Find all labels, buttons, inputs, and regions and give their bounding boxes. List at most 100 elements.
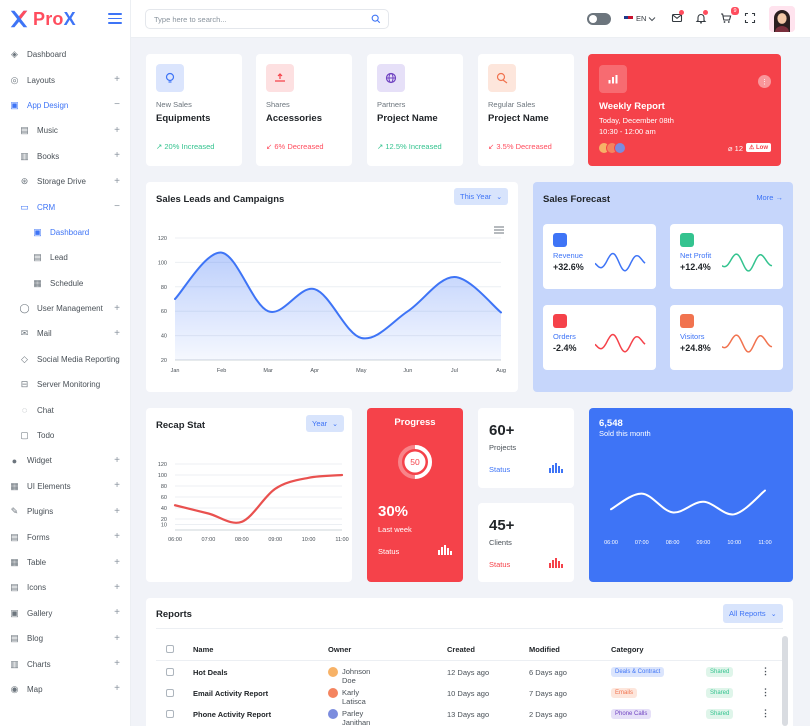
expand-icon[interactable]: + (114, 176, 120, 187)
sidebar-item-icons[interactable]: ▤ Icons + (0, 575, 130, 600)
sidebar-item-dashboard[interactable]: ▣ Dashboard (0, 220, 130, 245)
arrow-right-icon: → (775, 193, 784, 202)
select-all-checkbox[interactable] (166, 645, 174, 653)
collapse-icon[interactable]: − (114, 202, 120, 212)
row-actions-icon[interactable]: ⋮ (761, 687, 770, 698)
sparkline (722, 334, 773, 353)
expand-icon[interactable]: + (114, 633, 120, 644)
expand-icon[interactable]: + (114, 582, 120, 593)
sidebar-item-server-monitoring[interactable]: ⊟ Server Monitoring (0, 372, 130, 397)
expand-icon[interactable]: + (114, 481, 120, 491)
table-scrollbar[interactable] (782, 636, 788, 726)
theme-toggle[interactable] (587, 13, 611, 25)
report-owner: Karly Latisca (328, 688, 366, 706)
weekly-report-card[interactable]: Weekly Report Today, December 08th 10:30… (588, 54, 781, 166)
row-actions-icon[interactable]: ⋮ (761, 666, 770, 677)
report-owner: Johnson Doe (328, 667, 370, 685)
expand-icon[interactable]: + (114, 532, 120, 542)
category-badge: Emails (611, 688, 638, 698)
search-input[interactable] (146, 10, 356, 28)
expand-icon[interactable]: + (114, 125, 120, 136)
sidebar-item-layouts[interactable]: ◎ Layouts + (0, 67, 130, 92)
all-reports-dropdown[interactable]: All Reports ⌄ (723, 604, 783, 623)
expand-icon[interactable]: + (114, 684, 120, 694)
more-options-icon[interactable]: ⋮ (758, 75, 771, 88)
sidebar-item-lead[interactable]: ▤ Lead (0, 245, 130, 270)
sidebar-item-gallery[interactable]: ▣ Gallery + (0, 601, 130, 626)
clients-card: 45+ Clients Status (478, 503, 574, 582)
row-checkbox[interactable] (166, 689, 174, 697)
more-link[interactable]: More → (756, 193, 783, 202)
sidebar-item-schedule[interactable]: ▦ Schedule (0, 271, 130, 296)
money-icon (488, 64, 516, 92)
sidebar-item-user-management[interactable]: ◯ User Management + (0, 296, 130, 321)
expand-icon[interactable]: + (114, 455, 120, 466)
bars-icon (549, 463, 563, 473)
forecast-card[interactable]: Net Profit +12.4% (670, 224, 783, 289)
sidebar: ProX ◈ Dashboard ◎ Layouts + ▣ App Design − ▤ Mus… (0, 0, 131, 726)
row-checkbox[interactable] (166, 668, 174, 676)
expand-icon[interactable]: + (114, 557, 120, 568)
sidebar-item-chat[interactable]: ◌ Chat (0, 397, 130, 422)
sidebar-item-label: Mail (37, 329, 52, 339)
language-select[interactable]: EN (624, 14, 656, 23)
stat-card[interactable]: Regular Sales Project Name ↙ 3.5% Decrea… (478, 54, 574, 166)
category-badge: Deals & Contract (611, 667, 665, 677)
expand-icon[interactable]: + (114, 151, 120, 161)
search-icon[interactable] (371, 14, 381, 24)
clients-value: 45+ (489, 517, 515, 534)
sidebar-item-dashboard[interactable]: ◈ Dashboard (0, 42, 130, 67)
expand-icon[interactable]: + (114, 303, 120, 314)
sidebar-item-label: Dashboard (27, 50, 67, 60)
forecast-card[interactable]: Revenue +32.6% (543, 224, 656, 289)
sidebar-item-todo[interactable]: ▢ Todo (0, 423, 130, 448)
collapse-icon[interactable]: − (114, 100, 120, 110)
sidebar-item-app-design[interactable]: ▣ App Design − (0, 93, 130, 118)
progress-card: Progress 50 30% Last week Status (367, 408, 463, 582)
sidebar-item-label: Blog (27, 634, 44, 644)
fullscreen-icon[interactable] (744, 12, 756, 24)
stat-card[interactable]: Partners Project Name ↗ 12.5% Increased (367, 54, 463, 166)
notification-badge (703, 10, 708, 15)
x-tick-label: Jan (171, 368, 180, 374)
sidebar-item-mail[interactable]: ✉ Mail + (0, 321, 130, 346)
sidebar-item-plugins[interactable]: ✎ Plugins + (0, 499, 130, 524)
menu-toggle-icon[interactable] (108, 13, 122, 24)
user-avatar[interactable] (769, 6, 795, 32)
forecast-card[interactable]: Orders -2.4% (543, 305, 656, 370)
cart-icon[interactable] (720, 12, 732, 24)
sidebar-item-storage-drive[interactable]: ⊛ Storage Drive + (0, 169, 130, 194)
stat-card[interactable]: Shares Accessories ↙ 6% Decreased (256, 54, 352, 166)
expand-icon[interactable]: + (114, 659, 120, 669)
sidebar-item-table[interactable]: ▦ Table + (0, 550, 130, 575)
search-box (145, 9, 389, 29)
logo[interactable]: ProX (0, 0, 130, 38)
sidebar-item-map[interactable]: ◉ Map + (0, 677, 130, 702)
table-row[interactable]: Email Activity Report Karly Latisca 10 D… (146, 686, 793, 707)
expand-icon[interactable]: + (114, 608, 120, 618)
stat-label: Shares (266, 100, 290, 109)
sidebar-item-books[interactable]: ▥ Books + (0, 144, 130, 169)
report-created: 12 Days ago (447, 668, 490, 677)
forecast-card[interactable]: Visitors +24.8% (670, 305, 783, 370)
sidebar-item-forms[interactable]: ▤ Forms + (0, 524, 130, 549)
expand-icon[interactable]: + (114, 506, 120, 517)
row-actions-icon[interactable]: ⋮ (761, 708, 770, 719)
stat-title: Accessories (266, 113, 322, 124)
sidebar-item-widget[interactable]: ● Widget + (0, 448, 130, 473)
sidebar-item-music[interactable]: ▤ Music + (0, 118, 130, 143)
expand-icon[interactable]: + (114, 328, 120, 339)
row-checkbox[interactable] (166, 710, 174, 718)
sidebar-item-blog[interactable]: ▤ Blog + (0, 626, 130, 651)
sidebar-item-ui-elements[interactable]: ▦ UI Elements + (0, 474, 130, 499)
sidebar-item-crm[interactable]: ▭ CRM − (0, 194, 130, 219)
cart-badge: 9 (731, 7, 739, 15)
stat-card[interactable]: New Sales Equipments ↗ 20% Increased (146, 54, 242, 166)
sidebar-item-label: CRM (37, 202, 56, 212)
y-tick-label: 20 (161, 358, 167, 364)
table-row[interactable]: Phone Activity Report Parley Janithan 13… (146, 707, 793, 726)
table-row[interactable]: Hot Deals Johnson Doe 12 Days ago 6 Days… (146, 665, 793, 686)
sidebar-item-charts[interactable]: ▥ Charts + (0, 651, 130, 676)
expand-icon[interactable]: + (114, 75, 120, 85)
sidebar-item-social-media-reporting[interactable]: ◇ Social Media Reporting (0, 347, 130, 372)
